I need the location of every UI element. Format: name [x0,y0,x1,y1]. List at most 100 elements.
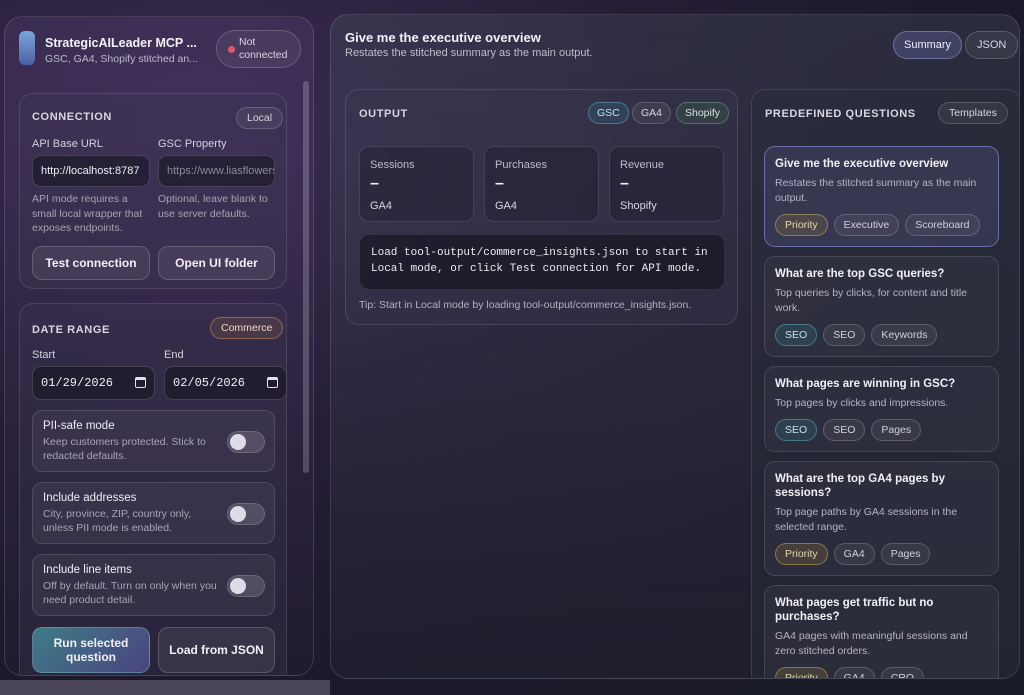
start-date-value: 01/29/2026 [41,376,114,390]
start-date-label: Start [32,349,56,361]
connection-card: CONNECTION Local API Base URL GSC Proper… [19,93,287,289]
commerce-preset-chip[interactable]: Commerce [210,317,284,339]
pii-safe-switch[interactable] [227,431,265,453]
connection-status-badge: Not connected [216,30,301,68]
metric-purchases: Purchases – GA4 [484,146,599,222]
gsc-help-text: Optional, leave blank to use server defa… [158,193,268,220]
api-help-text: API mode requires a small local wrapper … [32,193,143,234]
tag-keywords[interactable]: Keywords [871,324,938,346]
mode-chip[interactable]: Local [236,107,284,129]
metric-title: Sessions [370,159,415,171]
question-card-top-ga4-pages[interactable]: What are the top GA4 pages by sessions? … [764,461,999,576]
predefined-questions-title: PREDEFINED QUESTIONS [765,108,916,120]
tag-priority[interactable]: Priority [775,214,828,236]
tag-ga4[interactable]: GA4 [833,667,875,678]
include-line-items-toggle-row[interactable]: Include line items Off by default. Turn … [32,554,275,616]
calendar-icon[interactable] [135,377,146,388]
app-subtitle: GSC, GA4, Shopify stitched an... [45,53,198,65]
connection-section-title: CONNECTION [32,111,112,123]
test-connection-button[interactable]: Test connection [32,246,150,280]
source-chip-shopify[interactable]: Shopify [676,102,730,124]
output-card: OUTPUT GSC GA4 Shopify Sessions – GA4 Pu… [345,89,738,325]
include-addresses-switch[interactable] [227,503,265,525]
tag-pages[interactable]: Pages [880,543,931,565]
question-card-gsc-winning-pages[interactable]: What pages are winning in GSC? Top pages… [764,366,999,452]
load-from-json-button[interactable]: Load from JSON [158,627,275,673]
tag-seo[interactable]: SEO [823,419,866,441]
tag-seo[interactable]: SEO [775,419,818,441]
gsc-property-label: GSC Property [158,138,227,150]
metric-value: – [370,175,379,192]
metric-source: Shopify [620,200,657,212]
question-card-top-gsc-queries[interactable]: What are the top GSC queries? Top querie… [764,256,999,357]
toggle-description: Off by default. Turn on only when you ne… [43,580,217,606]
tag-seo[interactable]: SEO [775,324,818,346]
metric-value: – [620,175,629,192]
date-range-section-title: DATE RANGE [32,324,110,336]
bottom-scrollbar-track[interactable] [0,680,330,695]
start-date-input[interactable]: 01/29/2026 [32,366,155,400]
question-description: Top queries by clicks, for content and t… [775,287,968,314]
question-title: What are the top GA4 pages by sessions? [775,473,945,499]
page-title: Give me the executive overview [345,30,541,45]
tag-priority[interactable]: Priority [775,543,828,565]
main-panel: Give me the executive overview Restates … [330,14,1020,679]
question-tags: SEO SEO Keywords [775,324,943,346]
tag-ga4[interactable]: GA4 [833,543,875,565]
tag-priority[interactable]: Priority [775,667,828,678]
end-date-value: 02/05/2026 [173,376,246,390]
question-tags: SEO SEO Pages [775,419,927,441]
question-description: Restates the stitched summary as the mai… [775,177,977,204]
tag-pages[interactable]: Pages [871,419,922,441]
app-title: StrategicAILeader MCP ... [45,36,197,50]
question-title: What pages get traffic but no purchases? [775,597,934,623]
toggle-description: City, province, ZIP, country only, unles… [43,508,192,534]
page-subtitle: Restates the stitched summary as the mai… [345,47,593,59]
sidebar-scrollbar[interactable] [303,81,309,473]
output-message: Load tool-output/commerce_insights.json … [359,234,725,290]
templates-chip[interactable]: Templates [938,102,1008,124]
question-description: Top page paths by GA4 sessions in the se… [775,506,958,533]
app-logo [19,31,35,65]
toggle-title: Include line items [43,564,132,576]
tag-seo[interactable]: SEO [823,324,866,346]
api-base-url-label: API Base URL [32,138,103,150]
end-date-label: End [164,349,184,361]
open-ui-folder-button[interactable]: Open UI folder [158,246,275,280]
metric-value: – [495,175,504,192]
status-text: Not connected [239,36,288,61]
question-title: What are the top GSC queries? [775,268,945,280]
question-tags: Priority Executive Scoreboard [775,214,986,236]
question-card-executive-overview[interactable]: Give me the executive overview Restates … [764,146,999,247]
metric-title: Revenue [620,159,665,171]
predefined-questions-card: PREDEFINED QUESTIONS Templates Give me t… [751,89,1019,678]
question-title: What pages are winning in GSC? [775,378,956,390]
question-description: GA4 pages with meaningful sessions and z… [775,630,968,657]
question-card-traffic-no-purchases[interactable]: What pages get traffic but no purchases?… [764,585,999,678]
question-description: Top pages by clicks and impressions. [775,397,949,409]
include-line-items-switch[interactable] [227,575,265,597]
tag-executive[interactable]: Executive [833,214,900,236]
question-tags: Priority GA4 Pages [775,543,936,565]
toggle-title: PII-safe mode [43,420,115,432]
end-date-input[interactable]: 02/05/2026 [164,366,287,400]
gsc-property-input[interactable]: https://www.liasflowers.com [158,155,275,187]
include-addresses-toggle-row[interactable]: Include addresses City, province, ZIP, c… [32,482,275,544]
sidebar-panel: StrategicAILeader MCP ... GSC, GA4, Shop… [4,16,314,676]
metric-source: GA4 [370,200,393,212]
source-chip-gsc[interactable]: GSC [588,102,629,124]
api-base-url-input[interactable]: http://localhost:8787 [32,155,150,187]
calendar-icon[interactable] [267,377,278,388]
question-title: Give me the executive overview [775,158,949,170]
output-section-title: OUTPUT [359,108,408,120]
tab-summary[interactable]: Summary [893,31,963,59]
metric-sessions: Sessions – GA4 [359,146,474,222]
tab-json[interactable]: JSON [965,31,1019,59]
tag-cro[interactable]: CRO [880,667,925,678]
metric-source: GA4 [495,200,518,212]
source-chip-ga4[interactable]: GA4 [632,102,672,124]
tag-scoreboard[interactable]: Scoreboard [905,214,980,236]
pii-safe-toggle-row[interactable]: PII-safe mode Keep customers protected. … [32,410,275,472]
run-selected-question-button[interactable]: Run selected question [32,627,150,673]
status-dot-icon [228,46,235,53]
